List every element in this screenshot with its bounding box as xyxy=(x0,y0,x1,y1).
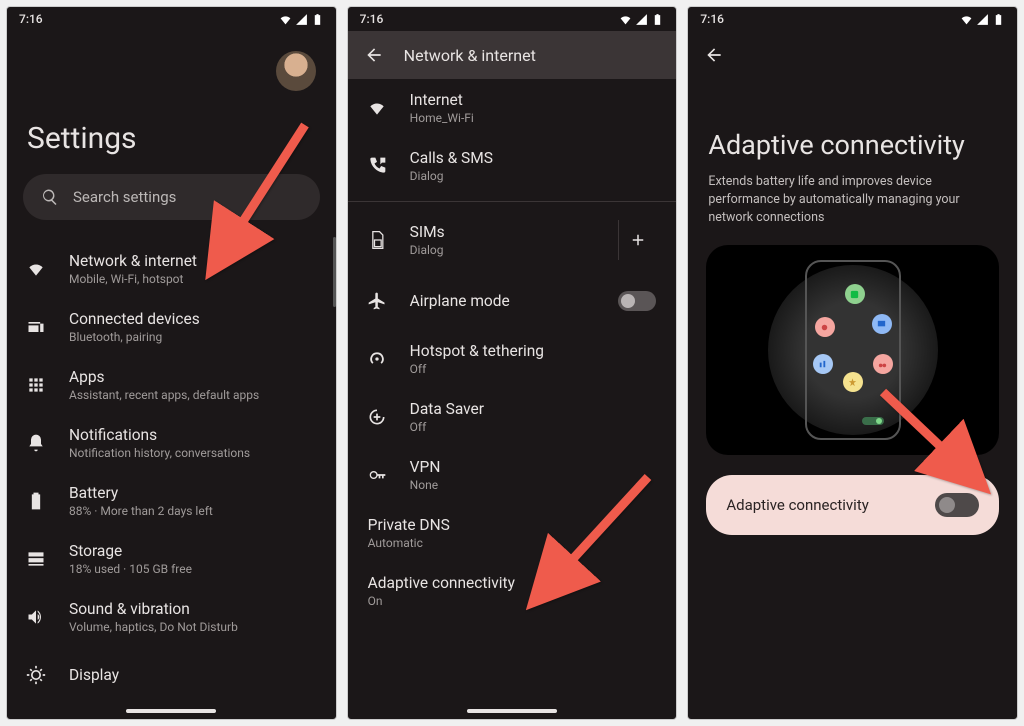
dot-lightblue xyxy=(813,354,833,374)
battery-icon xyxy=(651,13,664,26)
nav-pill[interactable] xyxy=(467,709,557,713)
wifi-icon xyxy=(26,259,46,279)
wifi-icon xyxy=(960,13,973,26)
illustration-phone xyxy=(805,260,901,440)
status-icons xyxy=(279,13,324,26)
row-vpn[interactable]: VPN None xyxy=(348,446,677,504)
hotspot-icon xyxy=(367,349,387,369)
airplane-icon xyxy=(367,291,387,311)
back-icon[interactable] xyxy=(364,45,384,65)
screen-adaptive-connectivity: 7:16 Adaptive connectivity Extends batte… xyxy=(687,6,1018,720)
row-network-internet[interactable]: Network & internet Mobile, Wi-Fi, hotspo… xyxy=(7,240,336,298)
adaptive-connectivity-panel[interactable]: Adaptive connectivity xyxy=(706,475,999,535)
adaptive-connectivity-toggle[interactable] xyxy=(935,493,979,517)
sim-icon xyxy=(367,230,387,250)
page-title: Adaptive connectivity xyxy=(688,79,1017,173)
row-sound-vibration[interactable]: Sound & vibration Volume, haptics, Do No… xyxy=(7,588,336,646)
app-bar xyxy=(688,31,1017,79)
data-saver-icon xyxy=(367,407,387,427)
status-time: 7:16 xyxy=(360,12,384,26)
row-title: Network & internet xyxy=(69,252,316,270)
airplane-toggle[interactable] xyxy=(618,291,656,311)
vpn-icon xyxy=(367,465,387,485)
row-airplane[interactable]: Airplane mode xyxy=(348,272,677,330)
battery-icon xyxy=(992,13,1005,26)
dot-blue xyxy=(872,314,892,334)
row-apps[interactable]: Apps Assistant, recent apps, default app… xyxy=(7,356,336,414)
row-private-dns[interactable]: Private DNS Automatic xyxy=(348,504,677,562)
row-battery[interactable]: Battery 88% · More than 2 days left xyxy=(7,472,336,530)
hero-illustration xyxy=(706,245,999,455)
add-sim-button[interactable] xyxy=(618,220,656,260)
screen-network-internet: 7:16 Network & internet Internet Home_Wi… xyxy=(347,6,678,720)
status-icons xyxy=(960,13,1005,26)
status-bar: 7:16 xyxy=(7,7,336,31)
search-placeholder: Search settings xyxy=(73,188,176,206)
page-description: Extends battery life and improves device… xyxy=(688,173,1017,245)
divider xyxy=(348,201,677,202)
page-title: Settings xyxy=(7,91,336,174)
row-display[interactable]: Display xyxy=(7,646,336,704)
back-icon[interactable] xyxy=(704,45,724,65)
toggle-label: Adaptive connectivity xyxy=(726,496,868,514)
page-title: Network & internet xyxy=(404,46,536,65)
dot-peach2 xyxy=(873,354,893,374)
row-adaptive-connectivity[interactable]: Adaptive connectivity On xyxy=(348,562,677,620)
dot-green xyxy=(845,284,865,304)
app-bar: Network & internet xyxy=(348,31,677,79)
apps-icon xyxy=(26,375,46,395)
row-sims[interactable]: SIMs Dialog xyxy=(348,208,677,272)
signal-icon xyxy=(635,13,648,26)
bell-icon xyxy=(26,433,46,453)
row-storage[interactable]: Storage 18% used · 105 GB free xyxy=(7,530,336,588)
profile-avatar[interactable] xyxy=(276,51,316,91)
status-icons xyxy=(619,13,664,26)
storage-icon xyxy=(26,549,46,569)
dot-yellow xyxy=(843,372,863,392)
row-notifications[interactable]: Notifications Notification history, conv… xyxy=(7,414,336,472)
row-internet[interactable]: Internet Home_Wi-Fi xyxy=(348,79,677,137)
nav-pill[interactable] xyxy=(126,709,216,713)
status-bar: 7:16 xyxy=(688,7,1017,31)
network-list: Internet Home_Wi-Fi Calls & SMS Dialog S… xyxy=(348,79,677,620)
row-sub: Mobile, Wi-Fi, hotspot xyxy=(69,272,316,286)
wifi-icon xyxy=(619,13,632,26)
settings-list: Network & internet Mobile, Wi-Fi, hotspo… xyxy=(7,240,336,704)
row-calls-sms[interactable]: Calls & SMS Dialog xyxy=(348,137,677,195)
brightness-icon xyxy=(26,665,46,685)
status-time: 7:16 xyxy=(700,12,724,26)
dot-peach xyxy=(815,317,835,337)
row-data-saver[interactable]: Data Saver Off xyxy=(348,388,677,446)
row-hotspot[interactable]: Hotspot & tethering Off xyxy=(348,330,677,388)
wifi-icon xyxy=(279,13,292,26)
scrollbar[interactable] xyxy=(333,237,336,307)
status-time: 7:16 xyxy=(19,12,43,26)
row-connected-devices[interactable]: Connected devices Bluetooth, pairing xyxy=(7,298,336,356)
volume-icon xyxy=(26,607,46,627)
phone-sms-icon xyxy=(367,156,387,176)
screen-settings: 7:16 Settings Search settings Network & … xyxy=(6,6,337,720)
devices-icon xyxy=(26,317,46,337)
search-settings[interactable]: Search settings xyxy=(23,174,320,220)
battery-icon xyxy=(311,13,324,26)
signal-icon xyxy=(295,13,308,26)
search-icon xyxy=(41,188,59,206)
plus-icon xyxy=(629,231,647,249)
wifi-icon xyxy=(367,98,387,118)
battery-icon xyxy=(26,491,46,511)
status-bar: 7:16 xyxy=(348,7,677,31)
signal-icon xyxy=(976,13,989,26)
